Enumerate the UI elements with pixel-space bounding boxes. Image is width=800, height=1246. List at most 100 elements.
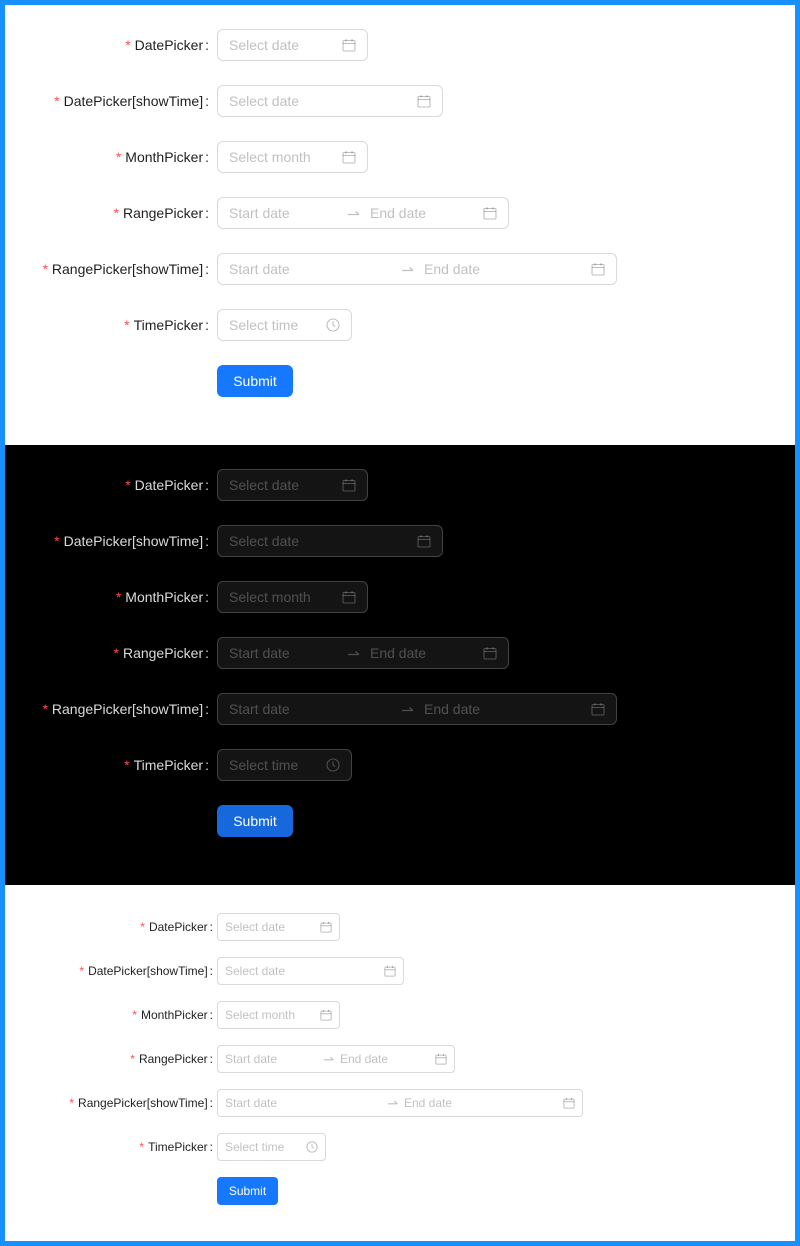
timepicker-input[interactable]: Select time <box>217 749 352 781</box>
clock-icon <box>326 758 340 772</box>
datepicker-placeholder: Select date <box>225 920 286 934</box>
timepicker-input[interactable]: Select time <box>217 1133 326 1161</box>
swap-right-icon <box>401 701 415 717</box>
label-timepicker: * TimePicker: <box>124 757 209 773</box>
required-mark: * <box>54 93 60 109</box>
required-mark: * <box>130 1052 135 1066</box>
form-item-rangepicker: * RangePicker: Start date End date <box>5 197 795 229</box>
form-item-rangepicker-showtime: * RangePicker[showTime]: Start date End d… <box>5 693 795 725</box>
swap-right-icon <box>323 1052 335 1066</box>
datepicker-placeholder: Select date <box>229 477 300 493</box>
form-item-monthpicker: * MonthPicker: Select month <box>5 1001 795 1029</box>
form-item-timepicker: * TimePicker: Select time <box>5 749 795 781</box>
rangepicker-input[interactable]: Start date End date <box>217 1045 455 1073</box>
form-item-monthpicker: * MonthPicker: Select month <box>5 581 795 613</box>
rangepicker-showtime-input[interactable]: Start date End date <box>217 693 617 725</box>
label-datepicker: * DatePicker: <box>140 920 213 934</box>
calendar-icon <box>342 478 356 492</box>
calendar-icon <box>483 206 497 220</box>
label-rangepicker-showtime: * RangePicker[showTime]: <box>42 701 209 717</box>
swap-right-icon <box>401 261 415 277</box>
required-mark: * <box>124 757 130 773</box>
calendar-icon <box>320 921 332 933</box>
calendar-icon <box>342 150 356 164</box>
rangepicker-showtime-input[interactable]: Start date End date <box>217 1089 583 1117</box>
rangepicker-showtime-input[interactable]: Start date End date <box>217 253 617 285</box>
monthpicker-input[interactable]: Select month <box>217 1001 340 1029</box>
form-item-datepicker-showtime: * DatePicker[showTime]: Select date <box>5 85 795 117</box>
required-mark: * <box>42 701 48 717</box>
form-item-datepicker-showtime: * DatePicker[showTime]: Select date <box>5 525 795 557</box>
datepicker-showtime-input[interactable]: Select date <box>217 957 404 985</box>
datepicker-showtime-placeholder: Select date <box>225 964 286 978</box>
required-mark: * <box>54 533 60 549</box>
preview-frame: * DatePicker: Select date * DatePicker[sho… <box>5 5 795 1241</box>
datepicker-input[interactable]: Select date <box>217 913 340 941</box>
monthpicker-input[interactable]: Select month <box>217 581 368 613</box>
label-datepicker: * DatePicker: <box>125 477 209 493</box>
rangepicker-input[interactable]: Start date End date <box>217 197 509 229</box>
form-dark: * DatePicker: Select date * DatePicker[sho… <box>5 445 795 885</box>
required-mark: * <box>42 261 48 277</box>
form-item-submit: Submit <box>5 365 795 397</box>
swap-right-icon <box>387 1096 399 1110</box>
timepicker-placeholder: Select time <box>229 317 299 333</box>
datepicker-showtime-placeholder: Select date <box>229 93 300 109</box>
label-rangepicker: * RangePicker: <box>113 205 210 221</box>
required-mark: * <box>115 589 122 605</box>
rangepicker-showtime-end-placeholder: End date <box>424 701 481 717</box>
rangepicker-showtime-end-placeholder: End date <box>424 261 481 277</box>
required-mark: * <box>125 477 131 493</box>
label-datepicker-showtime: * DatePicker[showTime]: <box>54 533 209 549</box>
label-rangepicker: * RangePicker: <box>113 645 210 661</box>
label-datepicker: * DatePicker: <box>125 37 209 53</box>
rangepicker-showtime-start-placeholder: Start date <box>229 261 290 277</box>
rangepicker-input[interactable]: Start date End date <box>217 637 509 669</box>
rangepicker-showtime-start-placeholder: Start date <box>225 1096 278 1110</box>
clock-icon <box>326 318 340 332</box>
form-item-monthpicker: * MonthPicker: Select month <box>5 141 795 173</box>
label-timepicker: * TimePicker: <box>139 1140 213 1154</box>
required-mark: * <box>113 645 119 661</box>
calendar-icon <box>384 965 396 977</box>
label-rangepicker-showtime: * RangePicker[showTime]: <box>42 261 209 277</box>
calendar-icon <box>342 38 356 52</box>
submit-button[interactable]: Submit <box>217 1177 278 1205</box>
submit-button[interactable]: Submit <box>217 365 293 397</box>
calendar-icon <box>342 590 356 604</box>
required-mark: * <box>79 964 85 978</box>
form-item-submit: Submit <box>5 805 795 837</box>
label-datepicker-showtime: * DatePicker[showTime]: <box>54 93 209 109</box>
datepicker-showtime-input[interactable]: Select date <box>217 85 443 117</box>
submit-button[interactable]: Submit <box>217 805 293 837</box>
monthpicker-placeholder: Select month <box>225 1008 296 1022</box>
form-light: * DatePicker: Select date * DatePicker[sho… <box>5 5 795 445</box>
calendar-icon <box>483 646 497 660</box>
swap-right-icon <box>347 645 361 661</box>
monthpicker-input[interactable]: Select month <box>217 141 368 173</box>
datepicker-showtime-input[interactable]: Select date <box>217 525 443 557</box>
monthpicker-placeholder: Select month <box>229 589 311 605</box>
rangepicker-start-placeholder: Start date <box>225 1052 278 1066</box>
rangepicker-showtime-end-placeholder: End date <box>404 1096 453 1110</box>
form-item-timepicker: * TimePicker: Select time <box>5 309 795 341</box>
calendar-icon <box>417 534 431 548</box>
calendar-icon <box>563 1097 575 1109</box>
calendar-icon <box>320 1009 332 1021</box>
rangepicker-start-placeholder: Start date <box>229 645 290 661</box>
datepicker-input[interactable]: Select date <box>217 469 368 501</box>
timepicker-placeholder: Select time <box>229 757 299 773</box>
label-datepicker-showtime: * DatePicker[showTime]: <box>79 964 213 978</box>
clock-icon <box>306 1141 318 1153</box>
calendar-icon <box>591 702 605 716</box>
label-monthpicker: * MonthPicker: <box>132 1008 213 1022</box>
rangepicker-end-placeholder: End date <box>370 205 427 221</box>
form-item-rangepicker-showtime: * RangePicker[showTime]: Start date End d… <box>5 253 795 285</box>
required-mark: * <box>115 149 122 165</box>
form-item-datepicker: * DatePicker: Select date <box>5 469 795 501</box>
datepicker-input[interactable]: Select date <box>217 29 368 61</box>
form-item-datepicker-showtime: * DatePicker[showTime]: Select date <box>5 957 795 985</box>
timepicker-placeholder: Select time <box>225 1140 285 1154</box>
timepicker-input[interactable]: Select time <box>217 309 352 341</box>
required-mark: * <box>140 920 145 934</box>
